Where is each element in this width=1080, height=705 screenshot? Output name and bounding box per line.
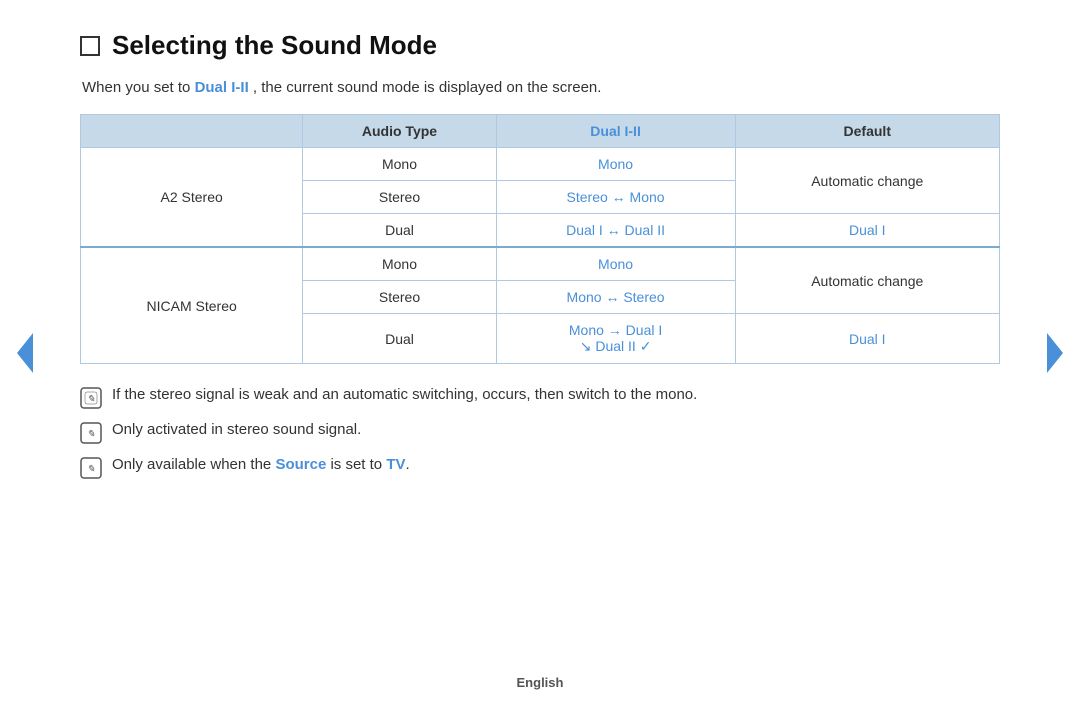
page-title: Selecting the Sound Mode <box>112 30 437 61</box>
footer-text: English <box>517 675 564 690</box>
svg-text:✎: ✎ <box>87 464 95 475</box>
default-cell: Automatic change <box>735 247 999 314</box>
note-1-text: If the stereo signal is weak and an auto… <box>112 386 697 403</box>
audio-type-cell: Mono <box>303 247 496 281</box>
svg-text:✎: ✎ <box>87 429 95 440</box>
dual-cell: Stereo ↔ Mono <box>496 181 735 214</box>
col-header-default: Default <box>735 115 999 148</box>
col-header-dual: Dual I-II <box>496 115 735 148</box>
dual-cell: Mono <box>496 247 735 281</box>
note-icon-1: ✎ <box>80 387 102 409</box>
tv-highlight: TV <box>386 456 405 473</box>
note-3-text: Only available when the Source is set to… <box>112 456 410 473</box>
audio-type-cell: Stereo <box>303 181 496 214</box>
dual-cell: Mono ↔ Stereo <box>496 281 735 314</box>
page-title-section: Selecting the Sound Mode <box>80 30 1000 61</box>
intro-text: When you set to Dual I-II , the current … <box>82 79 1000 96</box>
intro-after: , the current sound mode is displayed on… <box>253 79 602 96</box>
page-content: Selecting the Sound Mode When you set to… <box>0 0 1080 511</box>
default-cell: Dual I <box>735 214 999 248</box>
table-row: NICAM Stereo Mono Mono Automatic change <box>81 247 1000 281</box>
col-header-empty <box>81 115 303 148</box>
audio-type-cell: Dual <box>303 314 496 364</box>
group-a2-stereo: A2 Stereo <box>81 148 303 248</box>
audio-type-cell: Mono <box>303 148 496 181</box>
note-1: ✎ If the stereo signal is weak and an au… <box>80 386 1000 409</box>
group-nicam-stereo: NICAM Stereo <box>81 247 303 364</box>
note-icon-3: ✎ <box>80 457 102 479</box>
nav-next-button[interactable] <box>1040 333 1070 373</box>
checkbox-icon <box>80 36 100 56</box>
default-cell: Dual I <box>735 314 999 364</box>
intro-before: When you set to <box>82 79 195 96</box>
page-footer: English <box>0 675 1080 690</box>
nav-prev-button[interactable] <box>10 333 40 373</box>
audio-type-cell: Stereo <box>303 281 496 314</box>
notes-section: ✎ If the stereo signal is weak and an au… <box>80 386 1000 479</box>
sound-mode-table: Audio Type Dual I-II Default A2 Stereo M… <box>80 114 1000 364</box>
default-cell: Automatic change <box>735 148 999 214</box>
note-icon-2: ✎ <box>80 422 102 444</box>
audio-type-cell: Dual <box>303 214 496 248</box>
source-highlight: Source <box>275 456 326 473</box>
col-header-audio-type: Audio Type <box>303 115 496 148</box>
note-2-text: Only activated in stereo sound signal. <box>112 421 361 438</box>
dual-cell: Mono <box>496 148 735 181</box>
intro-highlight: Dual I-II <box>195 79 249 96</box>
table-row: A2 Stereo Mono Mono Automatic change <box>81 148 1000 181</box>
dual-cell: Dual I ↔ Dual II <box>496 214 735 248</box>
note-3: ✎ Only available when the Source is set … <box>80 456 1000 479</box>
svg-text:✎: ✎ <box>87 394 95 405</box>
dual-cell: Mono → Dual I↘ Dual II ✓ <box>496 314 735 364</box>
note-2: ✎ Only activated in stereo sound signal. <box>80 421 1000 444</box>
